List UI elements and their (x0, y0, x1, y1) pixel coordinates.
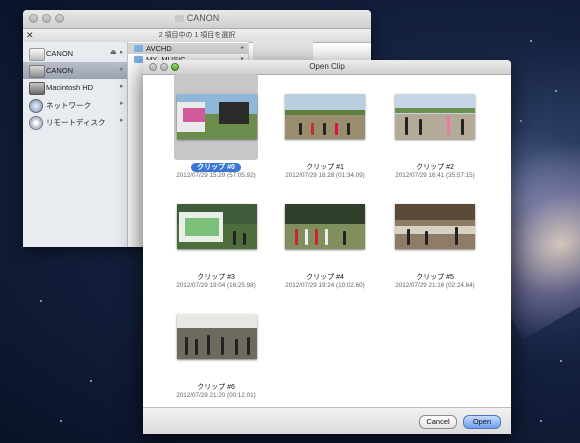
open-button[interactable]: Open (463, 415, 501, 429)
folder-icon (174, 15, 184, 22)
dialog-titlebar[interactable]: Open Clip (143, 60, 511, 75)
clip-thumbnail (177, 94, 257, 139)
sidebar-item-network[interactable]: ネットワーク ▸ (23, 96, 127, 113)
clip-thumbnail (177, 204, 257, 249)
clip-item-5[interactable]: クリップ #5 2012/07/29 21:16 (02:24.64) (379, 184, 489, 294)
chevron-right-icon: ▸ (120, 83, 124, 90)
sidebar-item-label: ネットワーク (46, 101, 91, 110)
network-icon (29, 99, 43, 113)
clip-name: クリップ #2 (416, 164, 454, 171)
clip-thumbnail (177, 314, 257, 359)
clip-meta: 2012/07/29 21:20 (00:12.01) (176, 392, 256, 399)
star (555, 90, 557, 92)
star (90, 380, 92, 382)
tool-icon[interactable]: ✕ (26, 30, 34, 41)
clip-name: クリップ #0 (155, 162, 277, 172)
hard-disk-icon (29, 82, 45, 95)
clip-meta: 2012/07/29 16:41 (35:57.15) (395, 172, 475, 179)
clip-item-3[interactable]: クリップ #3 2012/07/29 19:04 (16:25.98) (160, 184, 270, 294)
folder-icon (134, 56, 143, 63)
chevron-right-icon: ▸ (120, 66, 124, 73)
finder-title-text: CANON (186, 13, 220, 23)
clip-item-0[interactable]: クリップ #0 2012/07/29 15:29 (57:05.92) (160, 74, 270, 184)
column-item-label: AVCHD (146, 44, 172, 53)
clip-meta: 2012/07/29 16:28 (01:34.09) (285, 172, 365, 179)
clip-name: クリップ #5 (416, 274, 454, 281)
clip-thumbnail (285, 204, 365, 249)
cancel-button[interactable]: Cancel (419, 415, 457, 429)
star (520, 120, 522, 122)
selected-clip-label: クリップ #0 (191, 163, 241, 172)
clip-thumbnail (395, 204, 475, 249)
clip-item-6[interactable]: クリップ #6 2012/07/29 21:20 (00:12.01) (160, 294, 270, 404)
star (560, 360, 562, 362)
clip-item-4[interactable]: クリップ #4 2012/07/29 19:24 (10:02.60) (269, 184, 379, 294)
sidebar-item-macintosh-hd[interactable]: Macintosh HD ▸ (23, 79, 127, 96)
star (540, 420, 542, 422)
eject-icon[interactable]: ⏏ (110, 48, 117, 56)
clip-thumbnail (285, 94, 365, 139)
sidebar-item-label: Macintosh HD (46, 83, 94, 92)
finder-title: CANON (23, 13, 371, 23)
star (530, 40, 532, 42)
finder-sidebar: CANON ⏏ ▸ CANON ▸ Macintosh HD ▸ ネットワーク … (23, 42, 128, 247)
clip-meta: 2012/07/29 19:24 (10:02.60) (285, 282, 365, 289)
sidebar-item-label: CANON (46, 49, 74, 58)
clip-grid: クリップ #0 2012/07/29 15:29 (57:05.92) クリップ… (143, 74, 511, 409)
dialog-footer: Cancel Open (143, 407, 511, 434)
clip-name: クリップ #1 (306, 164, 344, 171)
clip-meta: 2012/07/29 21:16 (02:24.64) (395, 282, 475, 289)
drive-icon (29, 65, 45, 78)
chevron-right-icon: ▸ (120, 49, 124, 56)
column-item-avchd[interactable]: AVCHD ▸ (128, 43, 248, 54)
clip-thumbnail (395, 94, 475, 139)
drive-icon (29, 48, 45, 61)
sidebar-item-canon-selected[interactable]: CANON ▸ (23, 62, 127, 79)
star (60, 420, 62, 422)
clip-name: クリップ #3 (197, 274, 235, 281)
clip-name: クリップ #6 (197, 384, 235, 391)
status-text: 2 項目中の 1 項目を選択 (158, 32, 236, 39)
clip-meta: 2012/07/29 15:29 (57:05.92) (176, 172, 256, 179)
finder-titlebar[interactable]: CANON (23, 10, 371, 29)
dialog-title: Open Clip (309, 62, 345, 71)
sidebar-item-canon[interactable]: CANON ⏏ ▸ (23, 45, 127, 62)
clip-item-1[interactable]: クリップ #1 2012/07/29 16:28 (01:34.09) (269, 74, 379, 184)
sidebar-item-remote-disc[interactable]: リモートディスク ▸ (23, 113, 127, 130)
sidebar-item-label: リモートディスク (46, 118, 106, 127)
clip-item-2[interactable]: クリップ #2 2012/07/29 16:41 (35:57.15) (379, 74, 489, 184)
chevron-right-icon: ▸ (120, 100, 124, 107)
finder-statusbar: ✕ 2 項目中の 1 項目を選択 (23, 29, 371, 43)
clip-name: クリップ #4 (306, 274, 344, 281)
chevron-right-icon: ▸ (240, 45, 244, 51)
disc-icon (29, 116, 43, 130)
chevron-right-icon: ▸ (120, 117, 124, 124)
sidebar-item-label: CANON (46, 66, 74, 75)
clip-meta: 2012/07/29 19:04 (16:25.98) (176, 282, 256, 289)
folder-icon (134, 45, 143, 52)
open-clip-dialog: Open Clip クリップ #0 2012/07/29 15:29 (57:0… (143, 60, 511, 434)
star (40, 300, 42, 302)
